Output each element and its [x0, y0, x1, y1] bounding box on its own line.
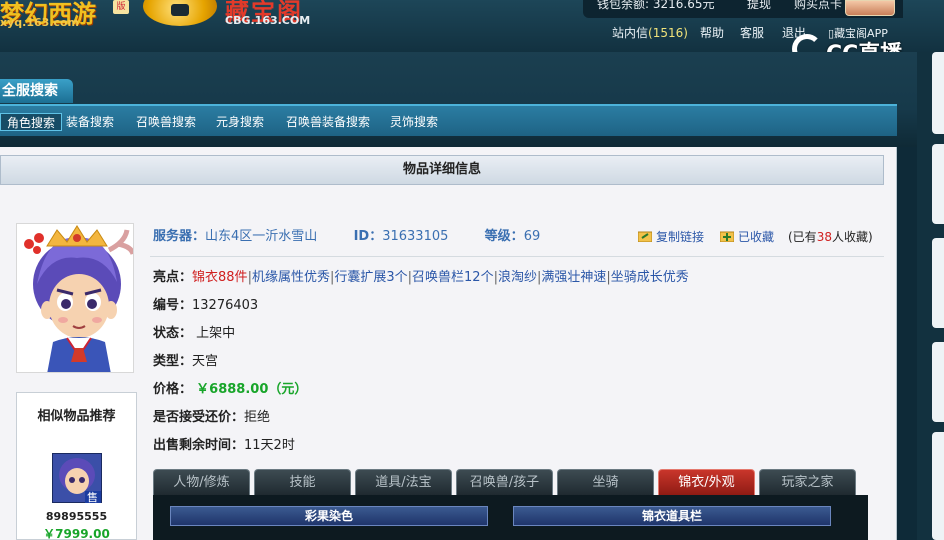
- status-row: 状态： 上架中: [153, 324, 235, 344]
- type-row: 类型：天宫: [153, 352, 218, 372]
- highlight-item: 坐骑成长优秀: [610, 270, 689, 285]
- server-label: 服务器：: [153, 229, 206, 244]
- bargain-row: 是否接受还价：拒绝: [153, 408, 270, 428]
- subnav-accessory-search[interactable]: 灵饰搜索: [390, 113, 438, 131]
- price-label: 价格：: [153, 382, 193, 397]
- highlights-row: 亮点：锦衣88件|机缘属性优秀|行囊扩展3个|召唤兽栏12个|浪淘纱|满强壮神速…: [153, 270, 689, 285]
- tab-skills[interactable]: 技能: [254, 469, 351, 495]
- tab-all-server-search[interactable]: 全服搜索: [0, 79, 73, 103]
- tab-outfits-appearance[interactable]: 锦衣/外观: [658, 469, 755, 495]
- similar-item-id: 89895555: [45, 510, 108, 523]
- detail-tabs: 人物/修炼 技能 道具/法宝 召唤兽/孩子 坐骑 锦衣/外观 玩家之家: [153, 469, 868, 495]
- tab-items-treasures[interactable]: 道具/法宝: [355, 469, 452, 495]
- favorite-count: (已有38人收藏): [788, 227, 873, 247]
- sidebar-card[interactable]: [932, 52, 944, 134]
- highlights-label: 亮点：: [153, 270, 193, 285]
- character-portrait: [16, 223, 134, 373]
- number-value: 13276403: [192, 298, 259, 313]
- status-label: 状态：: [153, 326, 193, 341]
- inbox-link[interactable]: 站内信(1516): [612, 24, 688, 41]
- game-logo[interactable]: 梦幻西游 版 xyq.163.com: [0, 0, 130, 29]
- subnav-pet-equipment-search[interactable]: 召唤兽装备搜索: [286, 113, 370, 131]
- similar-items-title: 相似物品推荐: [37, 409, 116, 424]
- id-value: 31633105: [382, 229, 449, 244]
- highlight-item: 行囊扩展3个: [334, 270, 408, 285]
- favorite-label: 已收藏: [738, 230, 775, 244]
- number-label: 编号：: [153, 298, 193, 313]
- avatar[interactable]: [845, 0, 895, 16]
- tab-content: 彩果染色 锦衣道具栏: [153, 495, 868, 540]
- cbg-domain: CBG.163.COM: [225, 14, 311, 27]
- help-link[interactable]: 帮助: [700, 24, 724, 41]
- time-remaining-value: 11天2时: [244, 438, 295, 453]
- type-label: 类型：: [153, 354, 193, 369]
- inbox-label: 站内信: [612, 26, 649, 40]
- game-logo-tag: 版: [113, 0, 129, 14]
- tab-player-home[interactable]: 玩家之家: [759, 469, 856, 495]
- tab-mounts[interactable]: 坐骑: [557, 469, 654, 495]
- sale-badge: 售: [87, 491, 98, 504]
- main-panel: 物品详细信息 相似物品推荐 售 89895555 ￥7999.00 服务器：山东…: [0, 147, 897, 540]
- outfit-inventory-header: 锦衣道具栏: [513, 506, 831, 526]
- highlight-item: 机缘属性优秀: [251, 270, 330, 285]
- sidebar-card[interactable]: [932, 342, 944, 422]
- type-value: 天宫: [192, 354, 219, 369]
- navigation: 全服搜索 角色搜索 装备搜索 召唤兽搜索 元身搜索 召唤兽装备搜索 灵饰搜索: [0, 52, 917, 147]
- time-remaining-label: 出售剩余时间：: [153, 438, 245, 453]
- subnav-yuanshen-search[interactable]: 元身搜索: [216, 113, 264, 131]
- fav-prefix: (已有: [788, 230, 817, 244]
- highlight-item: 浪淘纱: [497, 270, 537, 285]
- server-value: 山东4区一沂水雪山: [205, 229, 318, 244]
- top-header: 梦幻西游 版 xyq.163.com 藏宝阁 CBG.163.COM 钱包余额:…: [0, 0, 944, 67]
- dye-section-header: 彩果染色: [170, 506, 488, 526]
- time-remaining-row: 出售剩余时间：11天2时: [153, 436, 295, 456]
- cbg-coin-icon: [143, 0, 217, 26]
- subnav-equipment-search[interactable]: 装备搜索: [66, 113, 114, 131]
- server-row: 服务器：山东4区一沂水雪山 ID：31633105 等级：69: [153, 227, 540, 247]
- buy-points-link[interactable]: 购买点卡: [794, 0, 842, 12]
- bargain-label: 是否接受还价：: [153, 410, 245, 425]
- similar-item-thumbnail[interactable]: 售: [52, 453, 102, 504]
- withdraw-link[interactable]: 提现: [747, 0, 771, 12]
- copy-link-button[interactable]: 复制链接: [637, 227, 705, 247]
- game-url: xyq.163.com: [0, 16, 79, 29]
- search-subnav: 角色搜索 装备搜索 召唤兽搜索 元身搜索 召唤兽装备搜索 灵饰搜索: [0, 104, 897, 136]
- level-value: 69: [523, 229, 541, 244]
- similar-items-panel: 相似物品推荐 售 89895555 ￥7999.00: [16, 392, 137, 540]
- copy-link-icon: [637, 228, 653, 243]
- inbox-count: (1516): [648, 26, 688, 40]
- favorite-button[interactable]: 已收藏: [719, 227, 775, 247]
- highlight-item: 召唤兽栏12个: [412, 270, 494, 285]
- sidebar-card[interactable]: [932, 144, 944, 224]
- tab-character-cultivation[interactable]: 人物/修炼: [153, 469, 250, 495]
- support-link[interactable]: 客服: [740, 24, 764, 41]
- status-value: 上架中: [196, 326, 236, 341]
- price-row: 价格： ￥6888.00（元）: [153, 380, 307, 400]
- page-title: 物品详细信息: [0, 155, 884, 185]
- wallet-balance: 钱包余额: 3216.65元: [597, 0, 715, 11]
- level-label: 等级：: [484, 229, 524, 244]
- highlight-item: 锦衣88件: [192, 270, 248, 285]
- sidebar-card[interactable]: [932, 432, 944, 540]
- similar-item-price: ￥7999.00: [43, 527, 110, 540]
- divider: [150, 256, 884, 257]
- highlight-item: 满强壮神速: [541, 270, 607, 285]
- id-label: ID：: [353, 229, 383, 244]
- favorite-icon: [719, 228, 735, 243]
- fav-suffix: 人收藏): [831, 230, 873, 244]
- cbg-logo[interactable]: 藏宝阁 CBG.163.COM: [143, 0, 323, 30]
- subnav-pet-search[interactable]: 召唤兽搜索: [136, 113, 196, 131]
- sidebar-card[interactable]: [932, 238, 944, 328]
- subnav-role-search[interactable]: 角色搜索: [0, 113, 63, 131]
- fav-count-number: 38: [816, 230, 832, 244]
- tab-pets-children[interactable]: 召唤兽/孩子: [456, 469, 553, 495]
- right-sidebar: [917, 52, 944, 540]
- number-row: 编号：13276403: [153, 296, 258, 316]
- bargain-value: 拒绝: [244, 410, 271, 425]
- copy-link-label: 复制链接: [656, 230, 705, 244]
- price-value: ￥6888.00（元）: [196, 382, 308, 397]
